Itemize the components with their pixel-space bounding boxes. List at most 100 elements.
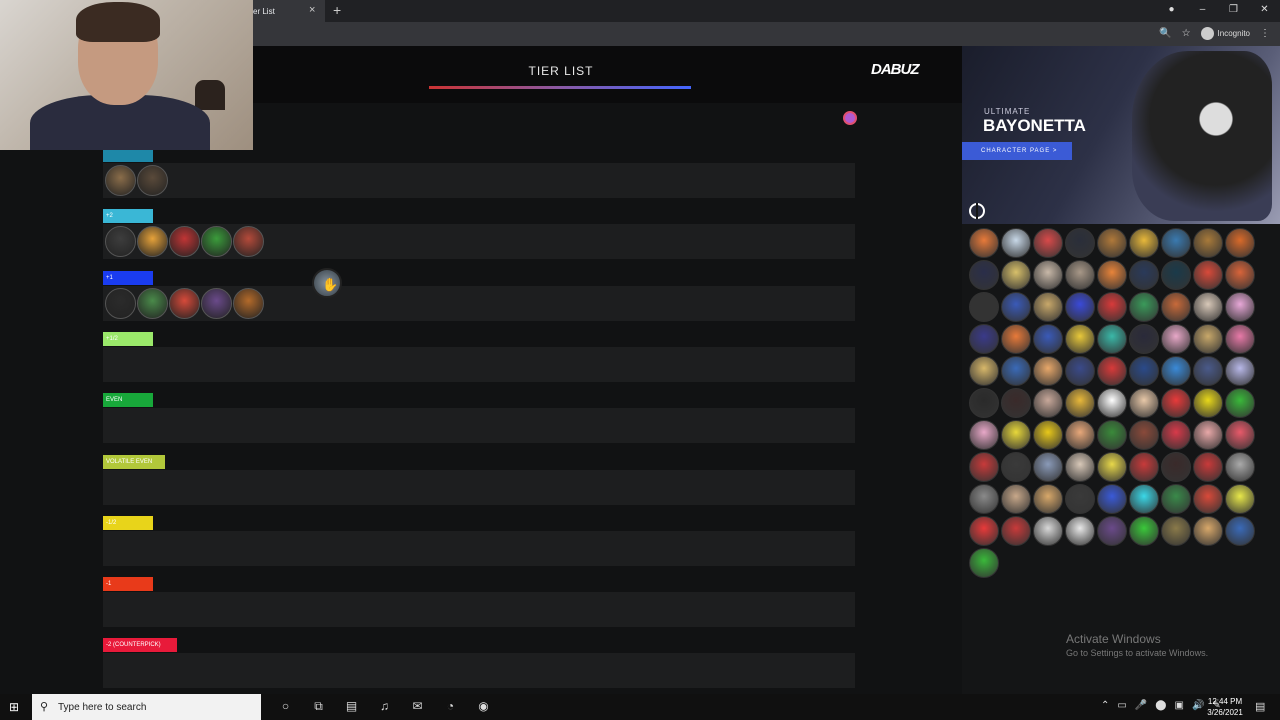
roster-character-icon[interactable]	[1193, 484, 1223, 514]
character-portrait[interactable]	[233, 226, 264, 257]
roster-character-icon[interactable]	[1065, 260, 1095, 290]
roster-character-icon[interactable]	[1193, 292, 1223, 322]
character-portrait[interactable]	[137, 226, 168, 257]
tier-drop-zone[interactable]	[103, 653, 855, 688]
roster-character-icon[interactable]	[1225, 420, 1255, 450]
character-portrait[interactable]	[137, 288, 168, 319]
minimize-button[interactable]: –	[1187, 0, 1218, 22]
roster-character-icon[interactable]	[969, 292, 999, 322]
roster-character-icon[interactable]	[1033, 516, 1063, 546]
roster-character-icon[interactable]	[1097, 324, 1127, 354]
roster-character-icon[interactable]	[1033, 292, 1063, 322]
roster-character-icon[interactable]	[1001, 324, 1031, 354]
roster-character-icon[interactable]	[1225, 484, 1255, 514]
spotify-icon[interactable]: ♫	[368, 699, 401, 714]
roster-character-icon[interactable]	[1065, 516, 1095, 546]
taskbar-clock[interactable]: 12:44 PM 3/26/2021	[1200, 696, 1250, 718]
roster-character-icon[interactable]	[1001, 484, 1031, 514]
character-portrait[interactable]	[233, 288, 264, 319]
roster-character-icon[interactable]	[1065, 292, 1095, 322]
roster-character-icon[interactable]	[1225, 452, 1255, 482]
roster-character-icon[interactable]	[1193, 324, 1223, 354]
roster-character-icon[interactable]	[1193, 452, 1223, 482]
roster-character-icon[interactable]	[969, 420, 999, 450]
roster-character-icon[interactable]	[1129, 228, 1159, 258]
dragged-character-portrait[interactable]: ✋	[312, 268, 342, 298]
roster-character-icon[interactable]	[1033, 388, 1063, 418]
browser-menu-icon[interactable]: ⋮	[1260, 28, 1270, 39]
roster-character-icon[interactable]	[1033, 420, 1063, 450]
roster-character-icon[interactable]	[1001, 420, 1031, 450]
tier-drop-zone[interactable]	[103, 470, 855, 505]
tray-device-icon[interactable]: ▭	[1117, 700, 1126, 711]
tier-label[interactable]: VOLATILE EVEN	[103, 455, 165, 469]
character-portrait[interactable]	[201, 288, 232, 319]
extension-pin-icon[interactable]	[843, 111, 857, 125]
bookmark-star-icon[interactable]: ☆	[1182, 28, 1191, 39]
roster-character-icon[interactable]	[969, 484, 999, 514]
roster-character-icon[interactable]	[1129, 516, 1159, 546]
roster-character-icon[interactable]	[969, 228, 999, 258]
roster-character-icon[interactable]	[1097, 356, 1127, 386]
roster-character-icon[interactable]	[1225, 388, 1255, 418]
taskbar-search[interactable]: ⚲ Type here to search	[32, 694, 261, 720]
roster-character-icon[interactable]	[1161, 324, 1191, 354]
roster-character-icon[interactable]	[1129, 324, 1159, 354]
roster-character-icon[interactable]	[1097, 516, 1127, 546]
notification-icon[interactable]: ▤	[1255, 700, 1265, 713]
roster-character-icon[interactable]	[1033, 484, 1063, 514]
roster-character-icon[interactable]	[1225, 260, 1255, 290]
roster-character-icon[interactable]	[1161, 420, 1191, 450]
tier-label[interactable]: +1	[103, 271, 153, 285]
roster-character-icon[interactable]	[969, 452, 999, 482]
roster-character-icon[interactable]	[1065, 484, 1095, 514]
roster-character-icon[interactable]	[1129, 260, 1159, 290]
roster-character-icon[interactable]	[1033, 356, 1063, 386]
roster-character-icon[interactable]	[1161, 388, 1191, 418]
tray-expand-icon[interactable]: ⌃	[1101, 700, 1109, 711]
roster-character-icon[interactable]	[1097, 420, 1127, 450]
roster-character-icon[interactable]	[1001, 260, 1031, 290]
task-view-icon[interactable]: ⧉	[302, 699, 335, 714]
roster-character-icon[interactable]	[1033, 228, 1063, 258]
roster-character-icon[interactable]	[1193, 388, 1223, 418]
character-page-button[interactable]: CHARACTER PAGE >	[962, 142, 1072, 160]
roster-character-icon[interactable]	[1161, 228, 1191, 258]
obs-icon[interactable]: ◔	[434, 699, 467, 714]
roster-character-icon[interactable]	[969, 516, 999, 546]
mail-app-icon[interactable]: ✉	[401, 699, 434, 714]
character-portrait[interactable]	[169, 288, 200, 319]
roster-character-icon[interactable]	[1065, 452, 1095, 482]
roster-character-icon[interactable]	[1225, 228, 1255, 258]
incognito-indicator[interactable]: Incognito	[1200, 27, 1250, 40]
character-portrait[interactable]	[105, 165, 136, 196]
tier-drop-zone[interactable]	[103, 531, 855, 566]
roster-character-icon[interactable]	[1161, 452, 1191, 482]
tier-label[interactable]	[103, 148, 153, 162]
start-button-icon[interactable]: ⊞	[9, 700, 19, 714]
character-portrait[interactable]	[169, 226, 200, 257]
tier-drop-zone[interactable]	[103, 347, 855, 382]
tier-drop-zone[interactable]	[103, 408, 855, 443]
tier-label[interactable]: +2	[103, 209, 153, 223]
roster-character-icon[interactable]	[1097, 452, 1127, 482]
roster-character-icon[interactable]	[969, 260, 999, 290]
restore-button[interactable]: ❐	[1218, 0, 1249, 22]
roster-character-icon[interactable]	[1065, 356, 1095, 386]
roster-character-icon[interactable]	[1033, 452, 1063, 482]
roster-character-icon[interactable]	[1001, 452, 1031, 482]
roster-character-icon[interactable]	[1161, 292, 1191, 322]
microphone-icon[interactable]: 🎤	[1135, 700, 1147, 711]
roster-character-icon[interactable]	[1097, 228, 1127, 258]
tier-label[interactable]: -1	[103, 577, 153, 591]
roster-character-icon[interactable]	[1193, 516, 1223, 546]
roster-character-icon[interactable]	[1161, 484, 1191, 514]
roster-character-icon[interactable]	[1129, 388, 1159, 418]
character-portrait[interactable]	[105, 288, 136, 319]
roster-character-icon[interactable]	[969, 388, 999, 418]
roster-character-icon[interactable]	[1193, 228, 1223, 258]
roster-character-icon[interactable]	[1065, 388, 1095, 418]
tier-label[interactable]: -1/2	[103, 516, 153, 530]
roster-character-icon[interactable]	[1129, 452, 1159, 482]
roster-character-icon[interactable]	[1225, 356, 1255, 386]
